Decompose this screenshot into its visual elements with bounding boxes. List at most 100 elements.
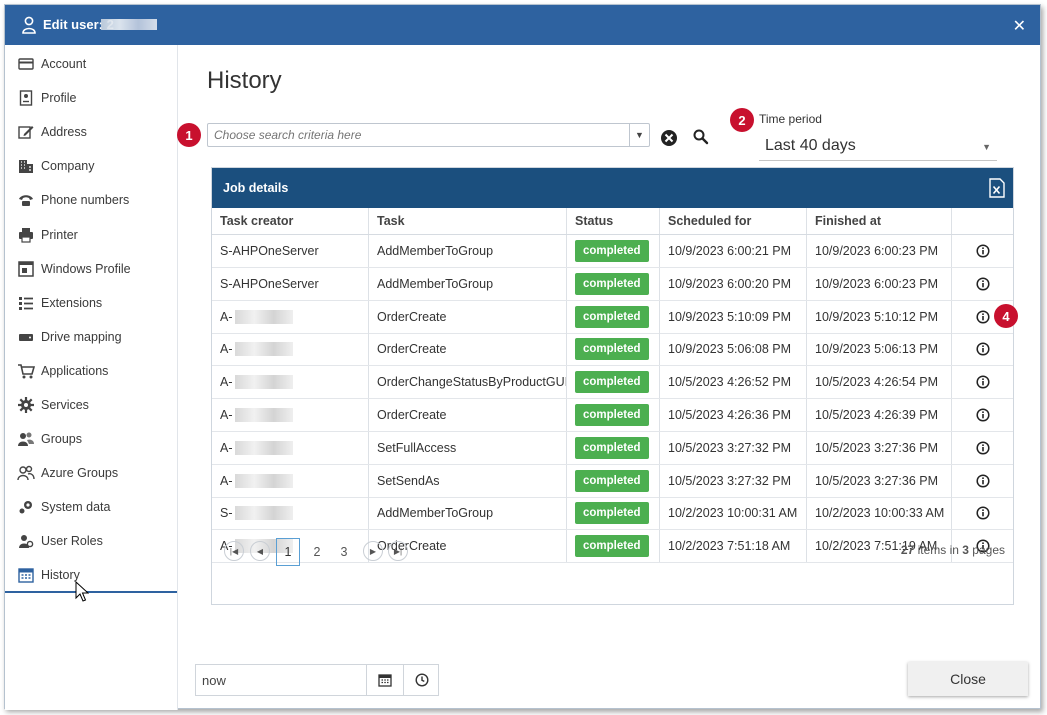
finished-at-cell: 10/5/2023 3:27:36 PM — [807, 464, 952, 497]
first-page-icon[interactable]: |◀ — [224, 541, 244, 561]
scheduled-for-cell: 10/5/2023 3:27:32 PM — [660, 464, 807, 497]
column-header-task-creator[interactable]: Task creator — [212, 208, 369, 234]
sidebar-item-groups[interactable]: Groups — [5, 422, 177, 456]
previous-page-icon[interactable]: ◀ — [250, 541, 270, 561]
date-input[interactable] — [196, 665, 366, 695]
sidebar-item-history[interactable]: History — [5, 559, 177, 593]
clear-search-icon[interactable] — [660, 129, 678, 147]
sidebar-item-company[interactable]: Company — [5, 149, 177, 183]
info-icon[interactable] — [976, 277, 990, 291]
excel-export-icon[interactable] — [989, 178, 1005, 198]
finished-at-cell: 10/5/2023 4:26:39 PM — [807, 399, 952, 431]
close-button[interactable]: Close — [908, 662, 1028, 696]
search-input[interactable] — [208, 124, 628, 146]
task-cell: AddMemberToGroup — [369, 235, 567, 267]
sidebar-item-user-roles[interactable]: User Roles — [5, 524, 177, 558]
sidebar-item-azure-groups[interactable]: Azure Groups — [5, 456, 177, 490]
column-header-status[interactable]: Status — [567, 208, 660, 234]
status-cell: completed — [567, 235, 660, 267]
clock-icon[interactable] — [403, 665, 439, 695]
table-row[interactable]: S- AddMemberToGroup completed 10/2/2023 10:… — [212, 497, 1014, 531]
details-cell — [952, 333, 1014, 365]
column-header-finished-at[interactable]: Finished at — [807, 208, 952, 234]
scheduled-for-cell: 10/5/2023 4:26:52 PM — [660, 366, 807, 399]
table-row[interactable]: A- OrderCreate completed 10/9/2023 5:10:09 … — [212, 300, 1013, 334]
edit-icon — [17, 123, 35, 141]
redacted-name — [234, 342, 293, 357]
finished-at-cell: 10/5/2023 4:26:54 PM — [807, 366, 952, 399]
user-role-icon — [17, 532, 35, 550]
sidebar-item-label: Applications — [41, 363, 109, 378]
azure-group-icon — [17, 464, 35, 482]
info-icon[interactable] — [976, 408, 990, 422]
next-page-icon[interactable]: ▶ — [363, 541, 383, 561]
task-creator-text: A- — [220, 309, 233, 324]
sidebar-item-applications[interactable]: Applications — [5, 354, 177, 388]
search-combobox[interactable]: ▼ — [207, 123, 650, 147]
pages-text: pages — [972, 543, 1005, 557]
info-icon[interactable] — [976, 375, 990, 389]
callout-badge-1: 1 — [177, 123, 201, 147]
sidebar-item-printer[interactable]: Printer — [5, 218, 177, 252]
table-row[interactable]: A- OrderCreate completed 10/5/2023 4:26:36 … — [212, 399, 1013, 432]
table-row[interactable]: A- OrderChangeStatusByProductGUID complete… — [212, 366, 1013, 400]
date-time-picker[interactable] — [195, 664, 439, 696]
chevron-down-icon: ▼ — [982, 142, 991, 152]
sidebar-item-extensions[interactable]: Extensions — [5, 286, 177, 320]
table-row[interactable]: S-AHPOneServer AddMemberToGroup completed 1… — [212, 267, 1013, 301]
info-icon[interactable] — [976, 474, 990, 488]
info-icon[interactable] — [976, 342, 990, 356]
sidebar-item-services[interactable]: Services — [5, 388, 177, 422]
column-header-task[interactable]: Task — [369, 208, 567, 234]
search-icon[interactable] — [692, 128, 710, 146]
finished-at-cell: 10/9/2023 6:00:23 PM — [807, 235, 952, 267]
finished-at-cell: 10/5/2023 3:27:36 PM — [807, 431, 952, 464]
info-icon[interactable] — [976, 506, 990, 520]
task-creator-cell: A- — [212, 399, 369, 431]
task-creator-text: A- — [220, 473, 233, 488]
scheduled-for-cell: 10/5/2023 4:26:36 PM — [660, 399, 807, 431]
task-cell: OrderCreate — [369, 300, 567, 333]
info-icon[interactable] — [976, 310, 990, 324]
status-cell: completed — [567, 366, 660, 399]
time-period-select[interactable]: Last 40 days ▼ — [759, 133, 997, 161]
edit-user-dialog: Edit user: 2 ✕ Account Profile Address Comp… — [4, 4, 1041, 710]
last-page-icon[interactable]: ▶| — [388, 541, 408, 561]
redacted-name — [234, 506, 293, 521]
chevron-down-icon[interactable]: ▼ — [629, 124, 649, 146]
calendar-icon[interactable] — [366, 665, 403, 695]
page-1-button[interactable]: 1 — [276, 538, 300, 566]
task-creator-cell: S-AHPOneServer — [212, 267, 369, 300]
table-row[interactable]: A- OrderCreate completed 10/9/2023 5:06:08 … — [212, 333, 1014, 367]
sidebar-item-drive-mapping[interactable]: Drive mapping — [5, 320, 177, 354]
info-icon[interactable] — [976, 441, 990, 455]
redacted-user-name — [101, 19, 157, 30]
system-gear-icon — [17, 498, 35, 516]
sidebar-item-system-data[interactable]: System data — [5, 490, 177, 524]
sidebar-item-windows-profile[interactable]: Windows Profile — [5, 252, 177, 286]
sidebar-item-label: Windows Profile — [41, 261, 131, 276]
finished-at-cell: 10/9/2023 5:06:13 PM — [807, 333, 952, 366]
page-3-button[interactable]: 3 — [332, 538, 356, 566]
callout-badge-4: 4 — [994, 304, 1018, 328]
sidebar-item-phone-numbers[interactable]: Phone numbers — [5, 183, 177, 217]
info-icon[interactable] — [976, 244, 990, 258]
table-row[interactable]: A- SetSendAs completed 10/5/2023 3:27:32 PM… — [212, 464, 1013, 498]
table-row[interactable]: A- SetFullAccess completed 10/5/2023 3:27:3… — [212, 431, 1013, 465]
sidebar-item-profile[interactable]: Profile — [5, 81, 177, 115]
table-row[interactable]: S-AHPOneServer AddMemberToGroup completed 1… — [212, 235, 1013, 268]
details-cell — [952, 497, 1014, 529]
close-icon[interactable]: ✕ — [1013, 16, 1026, 36]
task-creator-text: A- — [220, 408, 233, 422]
status-badge: completed — [575, 371, 649, 394]
task-creator-cell: A- — [212, 464, 369, 497]
total-pages: 3 — [962, 543, 969, 557]
status-badge: completed — [575, 272, 649, 295]
card-icon — [17, 55, 35, 73]
column-header-scheduled-for[interactable]: Scheduled for — [660, 208, 807, 234]
redacted-name — [234, 309, 293, 324]
page-2-button[interactable]: 2 — [305, 538, 329, 566]
grid-column-headers: Task creator Task Status Scheduled for F… — [212, 208, 1013, 235]
sidebar-item-address[interactable]: Address — [5, 115, 177, 149]
sidebar-item-account[interactable]: Account — [5, 47, 177, 81]
